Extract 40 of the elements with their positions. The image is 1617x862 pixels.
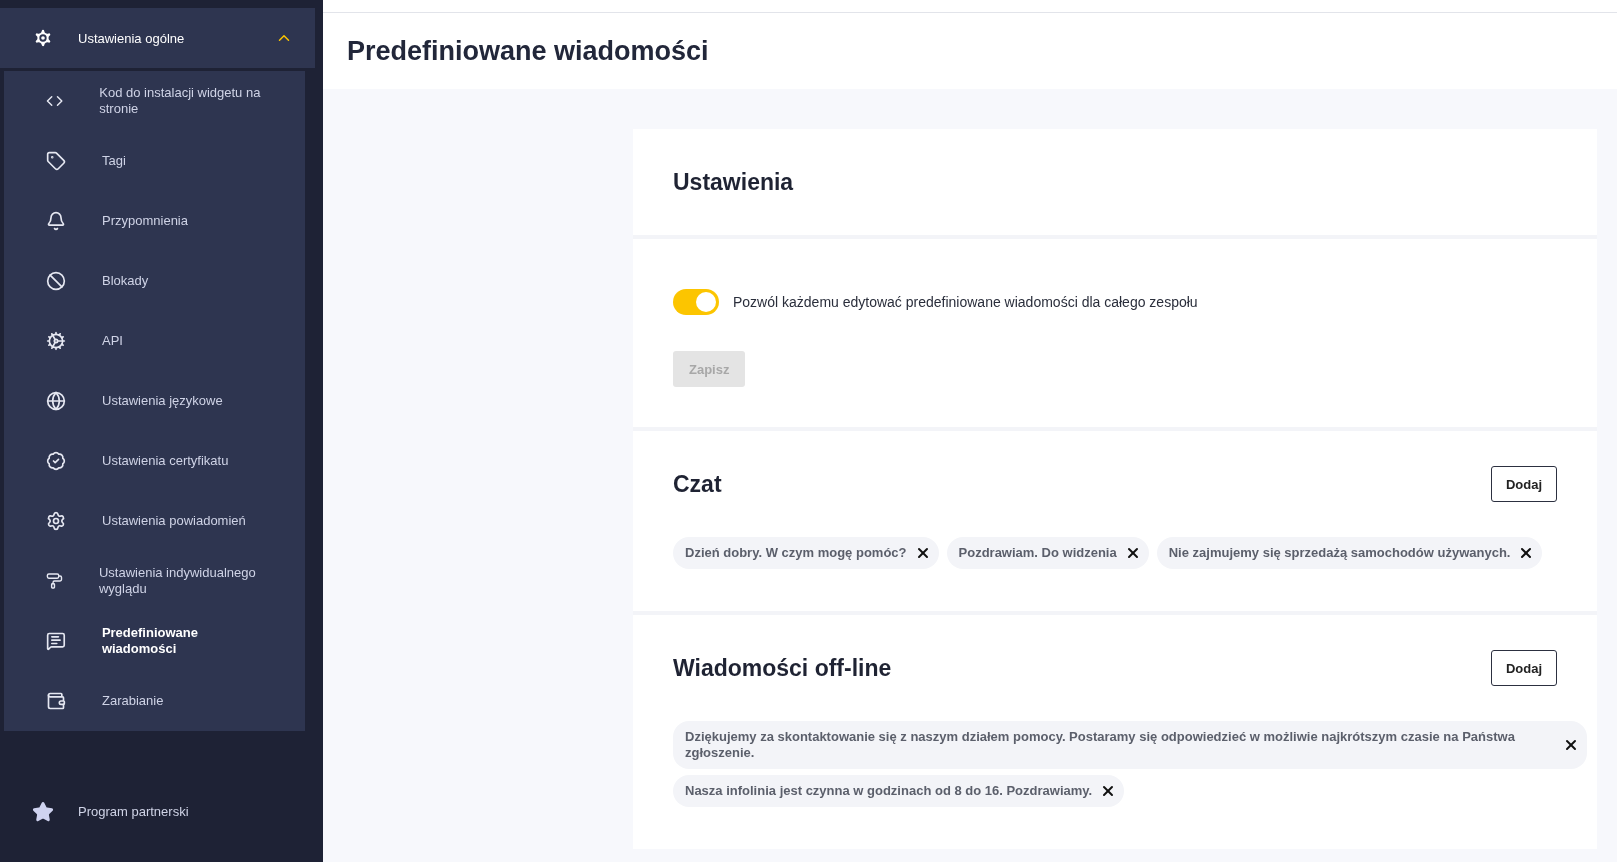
section-title: Czat [673, 470, 722, 498]
submenu-item[interactable]: Ustawienia certyfikatu [4, 431, 305, 491]
section-title: Wiadomości off-line [673, 654, 892, 682]
page-title: Predefiniowane wiadomości [347, 35, 709, 67]
message-chip: Nie zajmujemy się sprzedażą samochodów używanych. [1156, 537, 1543, 569]
section-title: Ustawienia [673, 168, 794, 196]
settings-icon [32, 27, 54, 49]
add-button[interactable]: Dodaj [1490, 466, 1557, 502]
message-chip: Pozdrawiam. Do widzenia [946, 537, 1149, 569]
star-icon [32, 801, 54, 823]
globe-icon [46, 391, 66, 411]
submenu-item[interactable]: Zarabianie [4, 671, 305, 731]
gear-icon [46, 511, 66, 531]
toggle-label: Pozwól każdemu edytować predefiniowane wiadomości dla całego zespołu [733, 294, 1198, 310]
menu-group-label: Ustawienia ogólne [78, 30, 186, 46]
message-icon [46, 631, 66, 651]
message-chip: Nasza infolinia jest czynna w godzinach od 8 do 16. Pozdrawiamy. [673, 775, 1125, 807]
submenu-item[interactable]: API [4, 311, 305, 371]
submenu-item[interactable]: Ustawienia powiadomień [4, 491, 305, 551]
message-chip: Dziękujemy za skontaktowanie się z naszym działem pomocy. Postaramy się odpowiedzieć w możliwie najkrótszym czasie na Państwa zgłoszenie. [673, 721, 1587, 769]
message-chip: Dzień dobry. W czym mogę pomóc? [673, 537, 939, 569]
menu-item[interactable]: Program partnerski [0, 782, 323, 842]
toggle-switch[interactable] [673, 289, 719, 315]
submenu-item[interactable]: Kod do instalacji widgetu na stronie [4, 71, 305, 131]
tag-icon [46, 151, 66, 171]
submenu-item[interactable]: Przypomnienia [4, 191, 305, 251]
ban-icon [46, 271, 66, 291]
close-icon[interactable] [1563, 737, 1579, 753]
cog-icon [46, 331, 66, 351]
wallet-icon [46, 691, 66, 711]
menu-group-header[interactable]: Ustawienia ogólne [0, 8, 315, 68]
submenu-item[interactable]: Blokady [4, 251, 305, 311]
submenu-item[interactable]: Ustawienia indywidualnego wyglądu [4, 551, 305, 611]
add-button[interactable]: Dodaj [1490, 650, 1557, 686]
submenu-item[interactable]: Predefiniowane wiadomości [4, 611, 305, 671]
submenu-item[interactable]: Tagi [4, 131, 305, 191]
bell-icon [46, 211, 66, 231]
badge-icon [46, 451, 66, 471]
submenu-item[interactable]: Ustawienia językowe [4, 371, 305, 431]
paint-roller-icon [46, 571, 63, 591]
